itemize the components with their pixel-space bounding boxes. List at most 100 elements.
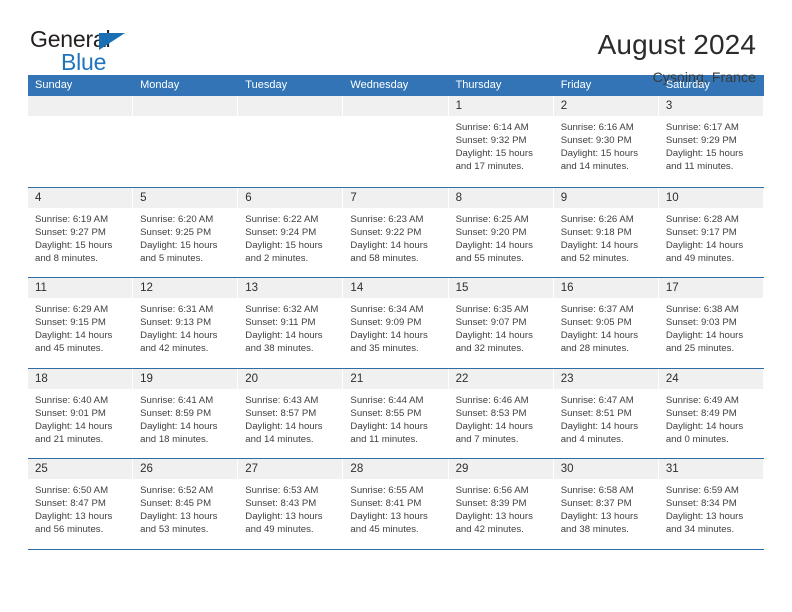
daylight-text-line1: Daylight: 15 hours [245, 239, 323, 251]
daylight-text-line1: Daylight: 14 hours [560, 239, 639, 251]
calendar-week-row: 11 Sunrise: 6:29 AM Sunset: 9:15 PM Dayligh… [28, 277, 764, 368]
day-cell[interactable]: 21 Sunrise: 6:44 AM Sunset: 8:55 PM Dayligh… [343, 368, 449, 458]
sunset-text: Sunset: 9:27 PM [35, 226, 106, 238]
day-sun-info: Sunrise: 6:41 AM Sunset: 8:59 PM Daylight:… [133, 389, 237, 446]
day-cell[interactable]: 4 Sunrise: 6:19 AM Sunset: 9:27 PM Daylight… [28, 187, 134, 277]
day-sun-info: Sunrise: 6:16 AM Sunset: 9:30 PM Daylight:… [554, 116, 658, 173]
day-cell[interactable]: 11 Sunrise: 6:29 AM Sunset: 9:15 PM Dayligh… [28, 278, 134, 368]
sunset-text: Sunset: 8:43 PM [245, 498, 317, 510]
day-cell-empty [238, 96, 344, 187]
day-cell[interactable]: 31 Sunrise: 6:59 AM Sunset: 8:34 PM Dayligh… [658, 459, 764, 549]
day-cell[interactable]: 3 Sunrise: 6:17 AM Sunset: 9:29 PM Daylight… [658, 96, 764, 187]
day-cell[interactable]: 6 Sunrise: 6:22 AM Sunset: 9:24 PM Daylight… [238, 187, 344, 277]
daylight-text-line2: and 49 minutes. [245, 524, 314, 536]
sunset-text: Sunset: 9:17 PM [665, 226, 737, 238]
sunset-text: Sunset: 8:59 PM [140, 407, 212, 419]
day-cell[interactable]: 26 Sunrise: 6:52 AM Sunset: 8:45 PM Dayligh… [133, 459, 239, 549]
day-number: 9 [560, 191, 568, 204]
day-number-bar: 16 [553, 278, 658, 298]
sunset-text: Sunset: 8:41 PM [350, 498, 422, 510]
daylight-text-line2: and 14 minutes. [245, 433, 314, 445]
day-number-bar: 26 [133, 459, 238, 479]
daylight-text-line1: Daylight: 14 hours [560, 330, 639, 342]
day-number: 14 [350, 282, 364, 294]
day-cell[interactable]: 30 Sunrise: 6:58 AM Sunset: 8:37 PM Dayligh… [553, 459, 659, 549]
daylight-text-line1: Daylight: 13 hours [245, 511, 323, 523]
calendar-week-row: 18 Sunrise: 6:40 AM Sunset: 9:01 PM Dayligh… [28, 367, 764, 458]
sunset-text: Sunset: 9:15 PM [35, 317, 106, 329]
day-sun-info: Sunrise: 6:49 AM Sunset: 8:49 PM Daylight:… [659, 389, 763, 446]
day-sun-info: Sunrise: 6:20 AM Sunset: 9:25 PM Daylight:… [133, 208, 237, 265]
day-cell[interactable]: 12 Sunrise: 6:31 AM Sunset: 9:13 PM Dayligh… [133, 278, 239, 368]
daylight-text-line2: and 28 minutes. [560, 343, 629, 355]
day-cell[interactable]: 25 Sunrise: 6:50 AM Sunset: 8:47 PM Dayligh… [28, 459, 134, 549]
day-number: 5 [140, 191, 147, 204]
sunrise-text: Sunrise: 6:17 AM [665, 122, 739, 133]
sunrise-text: Sunrise: 6:58 AM [560, 485, 634, 496]
daylight-text-line2: and 55 minutes. [455, 252, 524, 264]
day-number-bar [28, 96, 133, 116]
day-sun-info: Sunrise: 6:22 AM Sunset: 9:24 PM Daylight:… [238, 208, 342, 265]
sunrise-text: Sunrise: 6:23 AM [350, 213, 424, 225]
calendar-week-row: 4 Sunrise: 6:19 AM Sunset: 9:27 PM Daylight… [28, 186, 764, 277]
daylight-text-line2: and 53 minutes. [140, 524, 209, 536]
sunrise-text: Sunrise: 6:29 AM [35, 304, 109, 315]
daylight-text-line2: and 49 minutes. [665, 252, 735, 264]
day-sun-info: Sunrise: 6:55 AM Sunset: 8:41 PM Daylight:… [343, 479, 447, 536]
day-cell[interactable]: 18 Sunrise: 6:40 AM Sunset: 9:01 PM Dayligh… [28, 368, 134, 458]
day-cell[interactable]: 23 Sunrise: 6:47 AM Sunset: 8:51 PM Dayligh… [553, 368, 659, 458]
day-cell[interactable]: 24 Sunrise: 6:49 AM Sunset: 8:49 PM Dayligh… [658, 368, 764, 458]
day-cell[interactable]: 28 Sunrise: 6:55 AM Sunset: 8:41 PM Dayligh… [343, 459, 449, 549]
weekday-header-saturday: Saturday [665, 79, 710, 91]
day-cell[interactable]: 7 Sunrise: 6:23 AM Sunset: 9:22 PM Daylight… [343, 187, 449, 277]
day-cell[interactable]: 5 Sunrise: 6:20 AM Sunset: 9:25 PM Daylight… [133, 187, 239, 277]
day-cell[interactable]: 8 Sunrise: 6:25 AM Sunset: 9:20 PM Daylight… [448, 187, 554, 277]
generalblue-logo[interactable]: General Blue [30, 28, 150, 74]
day-sun-info: Sunrise: 6:25 AM Sunset: 9:20 PM Daylight:… [449, 208, 553, 265]
day-number-bar: 14 [343, 278, 448, 298]
day-cell[interactable]: 10 Sunrise: 6:28 AM Sunset: 9:17 PM Dayligh… [658, 187, 764, 277]
day-number: 1 [455, 100, 462, 112]
day-sun-info: Sunrise: 6:23 AM Sunset: 9:22 PM Daylight:… [343, 208, 447, 265]
day-cell[interactable]: 9 Sunrise: 6:26 AM Sunset: 9:18 PM Daylight… [553, 187, 659, 277]
day-cell[interactable]: 13 Sunrise: 6:32 AM Sunset: 9:11 PM Dayligh… [238, 278, 344, 368]
sunrise-text: Sunrise: 6:26 AM [560, 213, 634, 225]
sunrise-text: Sunrise: 6:41 AM [140, 394, 214, 406]
day-cell[interactable]: 20 Sunrise: 6:43 AM Sunset: 8:57 PM Dayligh… [238, 368, 344, 458]
sunset-text: Sunset: 8:53 PM [455, 407, 527, 419]
daylight-text-line2: and 8 minutes. [35, 252, 98, 264]
day-cell[interactable]: 15 Sunrise: 6:35 AM Sunset: 9:07 PM Dayligh… [448, 278, 554, 368]
day-number-bar: 21 [343, 368, 448, 389]
sunset-text: Sunset: 9:03 PM [665, 317, 737, 329]
weekday-header-wednesday: Wednesday [350, 79, 409, 91]
day-sun-info: Sunrise: 6:44 AM Sunset: 8:55 PM Daylight:… [343, 389, 447, 446]
day-sun-info: Sunrise: 6:52 AM Sunset: 8:45 PM Daylight:… [133, 479, 237, 536]
sunrise-text: Sunrise: 6:16 AM [560, 122, 634, 133]
day-number-bar [238, 96, 343, 116]
day-cell[interactable]: 17 Sunrise: 6:38 AM Sunset: 9:03 PM Dayligh… [658, 278, 764, 368]
day-cell[interactable]: 16 Sunrise: 6:37 AM Sunset: 9:05 PM Dayligh… [553, 278, 659, 368]
sunrise-text: Sunrise: 6:14 AM [455, 122, 529, 133]
sunrise-text: Sunrise: 6:44 AM [350, 394, 424, 406]
day-number-bar [133, 96, 238, 116]
day-cell[interactable]: 29 Sunrise: 6:56 AM Sunset: 8:39 PM Dayligh… [448, 459, 554, 549]
day-cell[interactable]: 22 Sunrise: 6:46 AM Sunset: 8:53 PM Dayligh… [448, 368, 554, 458]
day-cell[interactable]: 27 Sunrise: 6:53 AM Sunset: 8:43 PM Dayligh… [238, 459, 344, 549]
sunset-text: Sunset: 9:20 PM [455, 226, 527, 238]
sunrise-text: Sunrise: 6:37 AM [560, 304, 634, 315]
day-number-bar: 5 [133, 187, 238, 208]
day-cell[interactable]: 14 Sunrise: 6:34 AM Sunset: 9:09 PM Dayligh… [343, 278, 449, 368]
day-number-bar: 19 [133, 368, 238, 389]
sunrise-text: Sunrise: 6:47 AM [560, 394, 634, 406]
day-cell[interactable]: 2 Sunrise: 6:16 AM Sunset: 9:30 PM Daylight… [553, 96, 659, 187]
sunset-text: Sunset: 8:55 PM [350, 407, 422, 419]
sunrise-text: Sunrise: 6:49 AM [665, 394, 739, 406]
daylight-text-line1: Daylight: 14 hours [245, 330, 323, 342]
daylight-text-line2: and 38 minutes. [560, 524, 629, 536]
day-cell[interactable]: 1 Sunrise: 6:14 AM Sunset: 9:32 PM Daylight… [448, 96, 554, 187]
day-cell[interactable]: 19 Sunrise: 6:41 AM Sunset: 8:59 PM Dayligh… [133, 368, 239, 458]
weekday-header-row: Sunday Monday Tuesday Wednesday Thursday Frid… [28, 75, 764, 96]
sunrise-text: Sunrise: 6:43 AM [245, 394, 319, 406]
day-sun-info: Sunrise: 6:29 AM Sunset: 9:15 PM Daylight:… [28, 298, 132, 355]
day-sun-info: Sunrise: 6:17 AM Sunset: 9:29 PM Daylight:… [659, 116, 763, 173]
